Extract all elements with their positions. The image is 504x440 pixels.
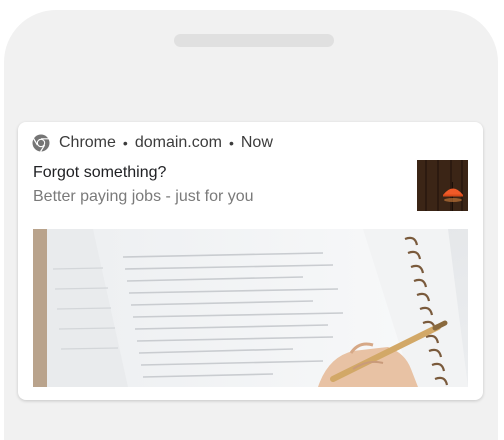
notification-thumbnail xyxy=(417,160,468,211)
chrome-icon xyxy=(32,134,50,152)
separator-dot: • xyxy=(228,135,234,151)
phone-speaker xyxy=(174,34,334,47)
app-name: Chrome xyxy=(59,134,116,151)
source-domain: domain.com xyxy=(134,134,222,151)
notification-time: Now xyxy=(240,134,273,151)
notification-card[interactable]: Chrome • domain.com • Now Forgot somethi… xyxy=(18,122,483,400)
separator-dot: • xyxy=(122,135,128,151)
notification-hero-image xyxy=(33,229,468,387)
notification-title: Forgot something? xyxy=(33,164,167,181)
notification-body: Better paying jobs - just for you xyxy=(33,188,254,205)
notification-header: Chrome • domain.com • Now xyxy=(32,132,273,154)
